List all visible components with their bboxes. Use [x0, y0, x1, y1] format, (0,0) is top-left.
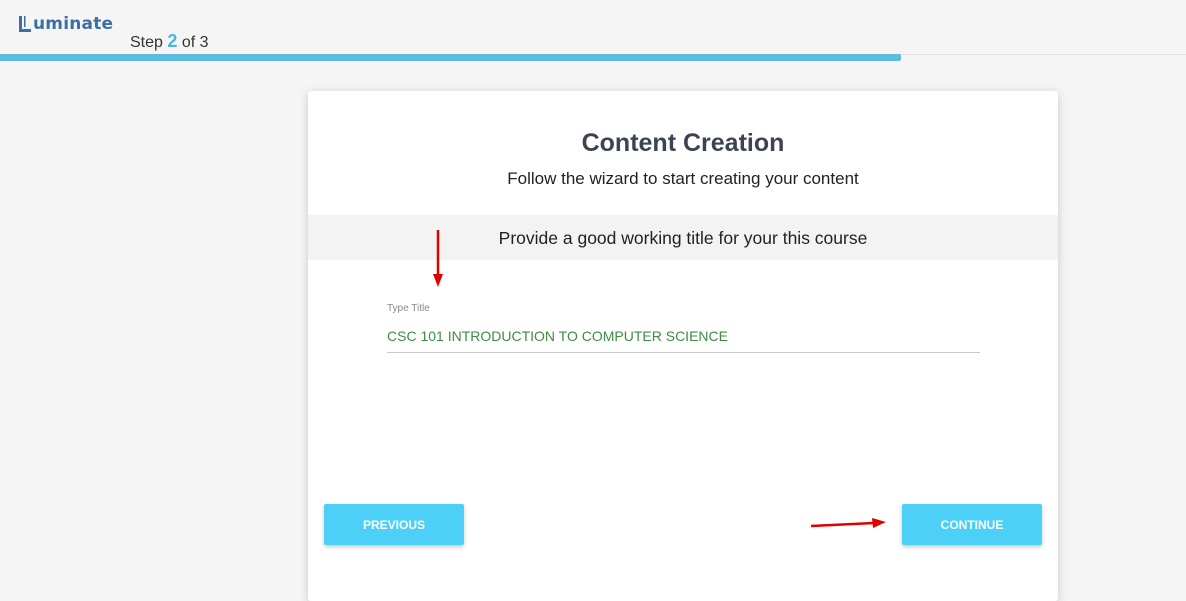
step-prefix: Step [130, 34, 163, 51]
step-current: 2 [167, 31, 178, 51]
top-bar: uminate Step 2 of 3 [0, 0, 1186, 55]
logo-mark-icon [19, 16, 31, 32]
wizard-progress-bar [0, 54, 1186, 61]
logo-wordmark: uminate [33, 14, 114, 34]
continue-button[interactable]: CONTINUE [902, 504, 1042, 545]
luminate-logo[interactable]: uminate [18, 14, 113, 34]
title-input[interactable] [387, 325, 980, 347]
card-subtitle: Follow the wizard to start creating your… [507, 169, 859, 188]
previous-button[interactable]: PREVIOUS [324, 504, 464, 545]
card-title: Content Creation [581, 129, 785, 157]
wizard-progress-fill [0, 54, 902, 61]
step-indicator: Step 2 of 3 [130, 31, 209, 52]
content-creation-card: Content Creation Follow the wizard to st… [308, 91, 1058, 601]
prompt-band: Provide a good working title for your th… [308, 215, 1058, 260]
prompt-text: Provide a good working title for your th… [498, 228, 868, 248]
step-suffix: of 3 [181, 34, 209, 51]
title-field: Type Title [387, 303, 980, 353]
title-field-label: Type Title [387, 303, 430, 314]
